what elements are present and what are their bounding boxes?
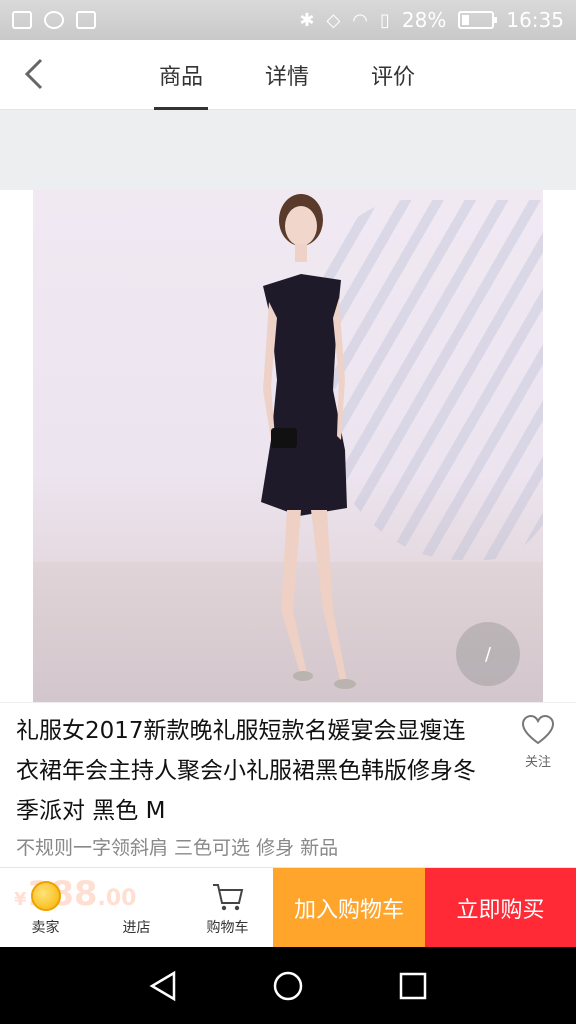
tab-reviews[interactable]: 评价 bbox=[340, 40, 446, 110]
action-bar: ¥188.00 卖家 进店 购物车 加入购物车 立即购买 bbox=[0, 867, 576, 948]
buy-now-button[interactable]: 立即购买 bbox=[425, 868, 576, 948]
tab-details[interactable]: 详情 bbox=[234, 40, 340, 110]
clock: 16:35 bbox=[506, 8, 564, 32]
product-title: 礼服女2017新款晚礼服短款名媛宴会显瘦连衣裙年会主持人聚会小礼服裙黑色韩版修身… bbox=[16, 718, 476, 824]
vibrate-icon: ◇ bbox=[326, 9, 341, 31]
notification-icons bbox=[12, 11, 96, 29]
follow-button[interactable]: 关注 bbox=[518, 715, 558, 770]
product-image[interactable] bbox=[33, 190, 543, 702]
image-notification-icon bbox=[12, 11, 32, 29]
nav-back-icon[interactable] bbox=[146, 969, 180, 1003]
product-subtitle: 不规则一字领斜肩 三色可选 修身 新品 bbox=[16, 837, 339, 859]
nav-recents-icon[interactable] bbox=[396, 969, 430, 1003]
shop-button[interactable]: 进店 bbox=[91, 868, 182, 948]
nav-home-icon[interactable] bbox=[271, 969, 305, 1003]
status-bar: ✱ ◇ ◠ ▯ 28% 16:35 bbox=[0, 0, 576, 40]
header: 商品 详情 评价 bbox=[0, 40, 576, 110]
model-figure bbox=[261, 194, 356, 689]
seller-button[interactable]: 卖家 bbox=[0, 868, 91, 948]
cart-label: 购物车 bbox=[206, 920, 249, 936]
chevron-left-icon bbox=[24, 58, 43, 90]
app-notification-icon bbox=[44, 11, 64, 29]
tab-product[interactable]: 商品 bbox=[128, 40, 234, 110]
keyboard-notification-icon bbox=[76, 11, 96, 29]
shop-label: 进店 bbox=[122, 920, 151, 936]
seller-icon bbox=[30, 881, 61, 911]
battery-icon bbox=[458, 11, 498, 29]
seller-label: 卖家 bbox=[31, 920, 60, 936]
follow-label: 关注 bbox=[524, 755, 551, 770]
heart-icon bbox=[521, 715, 555, 745]
add-to-cart-button[interactable]: 加入购物车 bbox=[273, 868, 425, 948]
sim-icon: ▯ bbox=[380, 9, 390, 31]
product-info: 礼服女2017新款晚礼服短款名媛宴会显瘦连衣裙年会主持人聚会小礼服裙黑色韩版修身… bbox=[0, 702, 576, 867]
tab-bar: 商品 详情 评价 bbox=[128, 40, 446, 110]
wifi-icon: ◠ bbox=[352, 9, 368, 31]
system-nav-bar bbox=[0, 947, 576, 1024]
image-top-spacer bbox=[0, 110, 576, 190]
battery-percent: 28% bbox=[401, 8, 447, 32]
cart-button[interactable]: 购物车 bbox=[182, 868, 273, 948]
back-button[interactable] bbox=[14, 54, 54, 94]
bluetooth-icon: ✱ bbox=[299, 9, 315, 31]
cart-icon bbox=[212, 884, 243, 911]
image-page-indicator: / bbox=[456, 622, 520, 686]
